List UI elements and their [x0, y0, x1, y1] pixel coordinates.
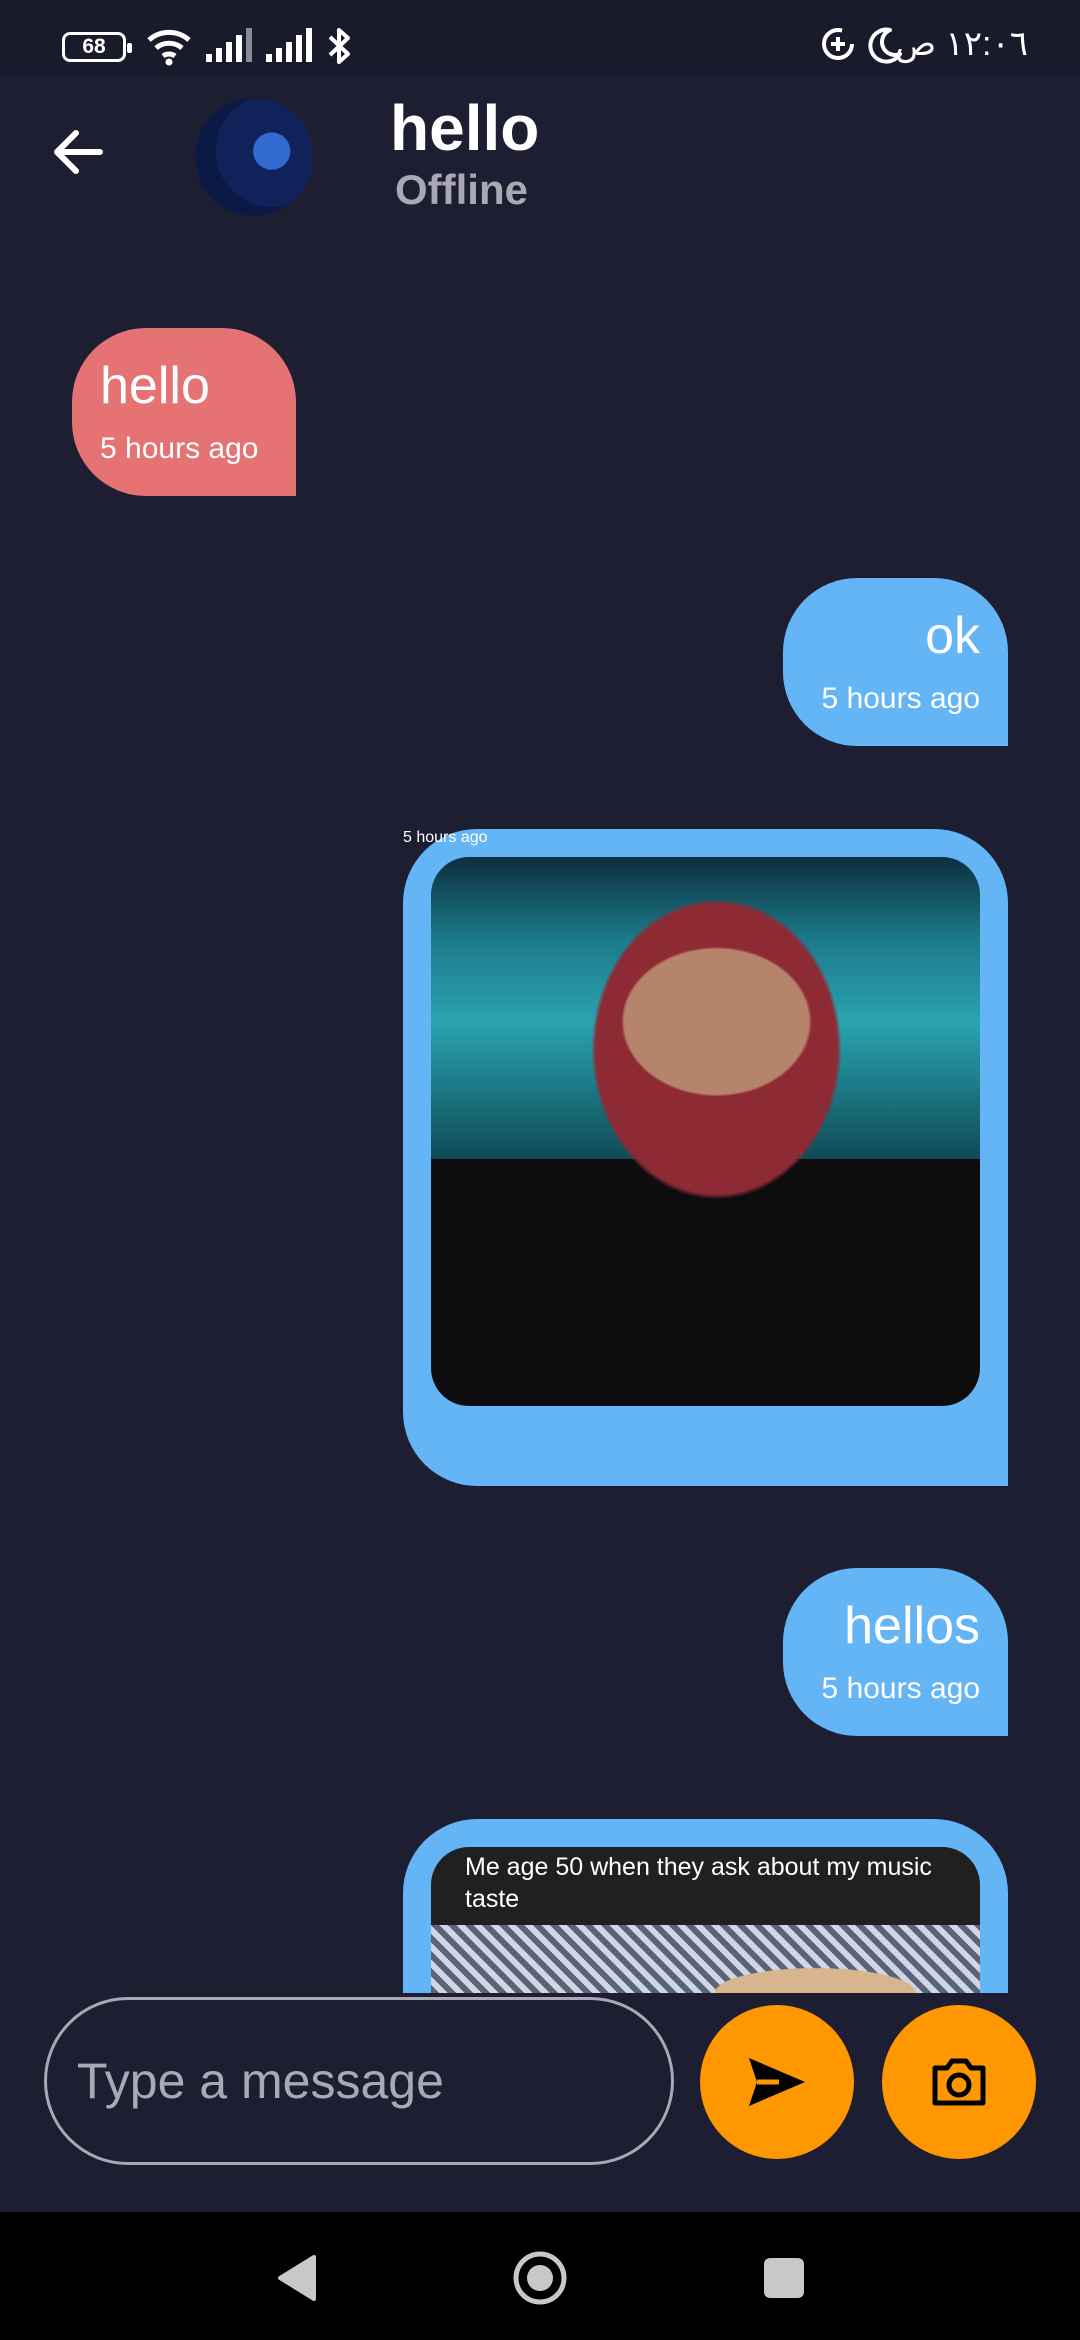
message-photo[interactable]: Me age 50 when they ask about my music t… [431, 1847, 980, 1993]
message-text: hello [100, 357, 210, 415]
arrow-left-icon [54, 130, 103, 174]
home-circle-icon [513, 2251, 567, 2305]
message-time: 5 hours ago [821, 1672, 980, 1705]
message-received[interactable]: hello 5 hours ago [72, 328, 296, 496]
data-saver-icon [822, 28, 854, 60]
message-sent[interactable]: hellos 5 hours ago [783, 1568, 1008, 1736]
bluetooth-icon [328, 28, 350, 64]
message-sent[interactable]: ok 5 hours ago [783, 578, 1008, 746]
status-time: ١٢:٠٦ ص [894, 25, 1028, 63]
back-button[interactable] [38, 112, 118, 192]
message-time: 5 hours ago [403, 829, 488, 846]
signal-icon [266, 28, 312, 62]
image-message[interactable]: 5 hours ago [403, 829, 1008, 1486]
meme-caption: Me age 50 when they ask about my music t… [431, 1847, 980, 1925]
message-time: 5 hours ago [821, 682, 980, 715]
nav-home-button[interactable] [500, 2246, 580, 2310]
message-input-container[interactable] [44, 1997, 674, 2165]
send-icon [749, 2058, 805, 2106]
system-nav-bar [0, 2212, 1080, 2340]
message-text: hellos [844, 1597, 980, 1655]
contact-status: Offline [395, 166, 528, 213]
image-message[interactable]: Me age 50 when they ask about my music t… [403, 1819, 1008, 1993]
contact-name: hello [390, 92, 540, 164]
message-time: 5 hours ago [100, 432, 259, 465]
battery-level: 68 [82, 35, 106, 58]
camera-button[interactable] [882, 2005, 1036, 2159]
signal-icon [206, 28, 252, 62]
message-text: ok [925, 607, 980, 665]
battery-icon: 68 [62, 32, 132, 62]
status-bar: 68 ١٢:٠٦ ص [0, 0, 1080, 74]
back-triangle-icon [278, 2255, 316, 2301]
avatar[interactable] [195, 98, 313, 216]
message-input[interactable] [77, 2000, 647, 2162]
meme-image [431, 1925, 980, 1993]
recents-square-icon [764, 2258, 804, 2298]
nav-back-button[interactable] [256, 2246, 336, 2310]
message-photo[interactable] [431, 857, 980, 1406]
send-button[interactable] [700, 2005, 854, 2159]
nav-recents-button[interactable] [744, 2246, 824, 2310]
wifi-icon [147, 29, 191, 66]
camera-icon [932, 2058, 986, 2106]
